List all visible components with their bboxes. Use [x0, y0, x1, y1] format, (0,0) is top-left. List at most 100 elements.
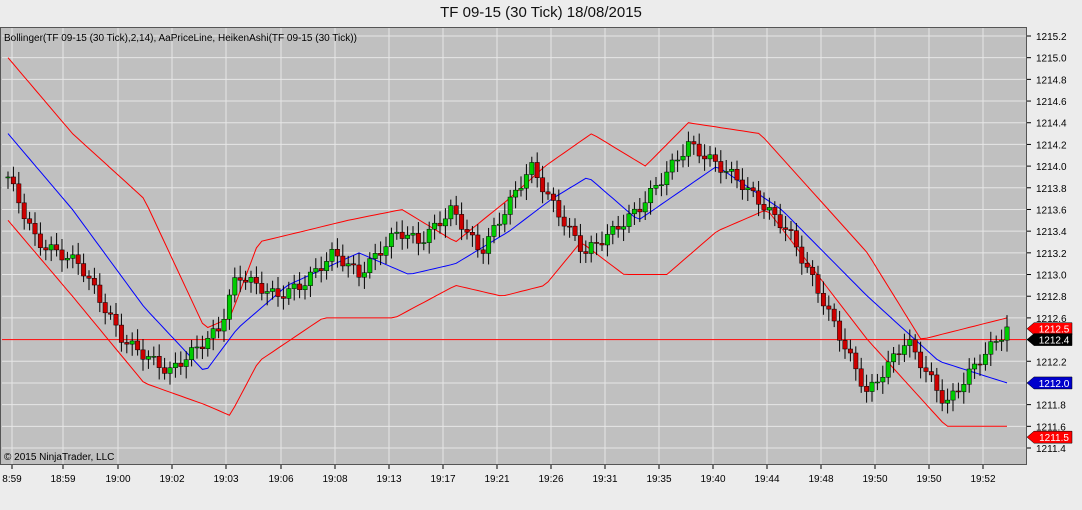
candle-body [982, 353, 988, 365]
candle-body [858, 368, 864, 387]
candle-body [442, 218, 448, 227]
candle-body [588, 242, 594, 254]
candle-body [475, 234, 481, 251]
candle-body [712, 154, 718, 162]
candle-body [221, 318, 227, 332]
x-tick-label: 19:13 [376, 474, 401, 485]
candle-body [610, 226, 616, 235]
candle-body [637, 208, 643, 213]
candle-body [496, 223, 502, 226]
candle-body [928, 371, 934, 376]
candle-body [135, 340, 141, 351]
x-tick-label: 19:31 [592, 474, 617, 485]
candle-body [977, 363, 983, 366]
candle-body [966, 368, 972, 385]
candle-body [718, 161, 724, 173]
candle-body [426, 228, 432, 243]
copyright-label: © 2015 NinjaTrader, LLC [4, 452, 115, 463]
candle-body [642, 202, 648, 213]
candle-body [691, 141, 697, 145]
candle-body [448, 205, 454, 220]
candle-body [421, 242, 427, 244]
candle-body [999, 339, 1005, 342]
candle-body [334, 249, 340, 257]
candle-body [97, 284, 103, 303]
candle-body [459, 214, 465, 230]
candle-body [356, 264, 362, 278]
candle-body [842, 340, 848, 350]
candle-body [37, 233, 43, 248]
candle-body [340, 255, 346, 267]
candle-body [847, 348, 853, 354]
candle-body [864, 386, 870, 392]
candle-body [124, 342, 130, 345]
candle-body [594, 242, 600, 244]
candle-body [43, 247, 49, 251]
x-tick-label: 19:03 [213, 474, 238, 485]
candle-body [696, 143, 702, 157]
x-tick-label: 19:21 [484, 474, 509, 485]
candle-body [86, 275, 92, 279]
candle-body [745, 187, 751, 190]
bollinger-lower [7, 210, 1007, 427]
candle-body [923, 367, 929, 372]
x-tick-label: 19:08 [322, 474, 347, 485]
y-tick-label: 1213.0 [1036, 271, 1067, 282]
candle-body [556, 200, 562, 218]
candle-body [324, 261, 330, 271]
y-tick-label: 1214.0 [1036, 162, 1067, 173]
candle-body [874, 381, 880, 384]
y-tick-label: 1214.2 [1036, 140, 1067, 151]
candle-body [513, 189, 519, 198]
candle-body [491, 225, 497, 237]
y-tick-label: 1211.8 [1036, 401, 1066, 412]
candle-body [820, 293, 826, 307]
price-badge-label: 1212.4 [1039, 336, 1070, 347]
price-badge-label: 1212.0 [1039, 379, 1070, 390]
candle-body [129, 340, 135, 345]
candle-body [351, 263, 357, 266]
candle-body [912, 339, 918, 353]
candle-body [156, 356, 162, 368]
candle-body [734, 168, 740, 181]
y-tick-label: 1213.4 [1036, 227, 1067, 238]
candle-body [604, 234, 610, 246]
candle-body [216, 328, 222, 332]
candle-body [561, 216, 567, 227]
x-tick-label: 19:52 [970, 474, 995, 485]
y-tick-label: 1213.8 [1036, 184, 1067, 195]
candle-body [869, 381, 875, 392]
candle-body [685, 141, 691, 157]
chart-canvas[interactable]: 1215.2 1215.0 1214.8 1214.6 1214.4 1214.2 1214… [0, 0, 1082, 510]
candle-body [464, 229, 470, 233]
candle-body [345, 263, 351, 267]
candle-body [102, 302, 108, 314]
y-tick-label: 1211.4 [1036, 444, 1066, 455]
candle-body [739, 179, 745, 190]
candle-body [907, 339, 913, 346]
candle-body [707, 154, 713, 160]
candle-body [189, 347, 195, 360]
candle-body [480, 249, 486, 254]
candle-body [367, 258, 373, 273]
candle-body [621, 226, 627, 230]
candle-body [297, 283, 303, 290]
candle-body [934, 374, 940, 391]
candle-body [372, 253, 378, 259]
candle-body [972, 363, 978, 370]
candle-body [804, 262, 810, 268]
candle-body [21, 202, 27, 220]
candle-body [540, 177, 546, 193]
candle-body [81, 263, 87, 277]
candle-body [702, 155, 708, 160]
candle-body [664, 171, 670, 186]
candle-body [648, 188, 654, 204]
candle-body [318, 268, 324, 271]
candle-body [1004, 326, 1010, 341]
candle-body [232, 277, 238, 296]
candle-body [5, 176, 11, 179]
candle-body [955, 390, 961, 393]
candle-body [534, 162, 540, 178]
candle-body [151, 356, 157, 358]
candle-body [405, 234, 411, 239]
